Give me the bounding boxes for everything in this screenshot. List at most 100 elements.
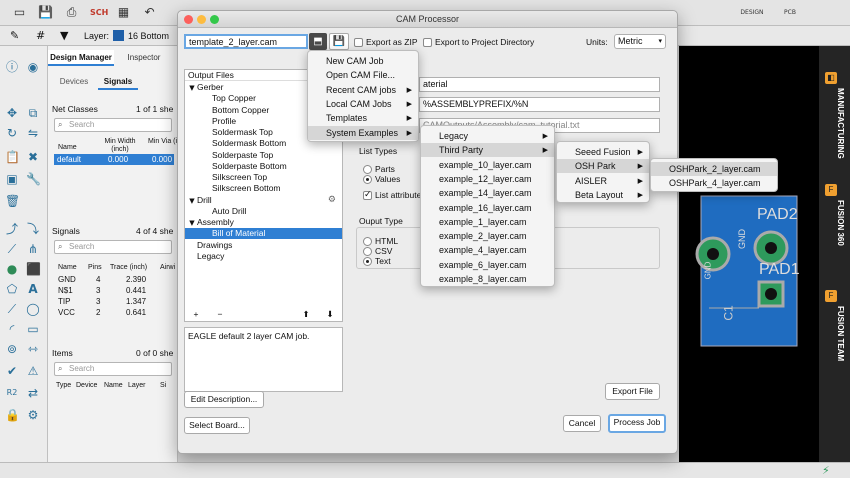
save-job-icon[interactable]: 💾 <box>329 33 349 50</box>
trace-icon[interactable]: ⟋ <box>5 242 19 256</box>
menu-item[interactable]: Local CAM Jobs ▶ <box>308 97 418 111</box>
menu-item[interactable]: example_4_layer.cam <box>421 243 554 257</box>
tab-manufacturing[interactable]: MANUFACTURING <box>825 88 845 159</box>
errors-icon[interactable]: ⚠ <box>26 364 40 378</box>
table-row[interactable]: VCC 2 0.641 <box>54 307 174 318</box>
tab-inspector[interactable]: Inspector <box>116 50 172 66</box>
tab-fusion-team[interactable]: FUSION TEAM <box>825 306 845 361</box>
pad-icon[interactable]: ⬛ <box>26 262 41 276</box>
tree-item[interactable]: Solderpaste Top <box>185 150 342 161</box>
lightning-icon[interactable]: ⚡ <box>822 464 830 477</box>
menu-item[interactable]: Open CAM File... <box>308 68 418 82</box>
group-icon[interactable]: ▣ <box>5 172 19 186</box>
folder-icon[interactable]: ▭ <box>12 5 27 20</box>
via-icon[interactable]: ● <box>5 262 19 276</box>
swap-icon[interactable]: ⇄ <box>26 386 40 400</box>
net-classes-search[interactable]: ⌕ Search <box>54 118 172 132</box>
split-icon[interactable]: ⋔ <box>26 242 40 256</box>
menu-item[interactable]: Third Party ▶ <box>421 143 554 158</box>
description-box[interactable]: EAGLE default 2 layer CAM job. <box>184 327 343 392</box>
menu-item[interactable]: example_14_layer.cam <box>421 186 554 200</box>
tree-item[interactable]: Drawings <box>185 240 342 251</box>
move-down-button[interactable]: ⬇ <box>320 307 340 324</box>
zoom-icon[interactable] <box>210 15 219 24</box>
tab-design-manager[interactable]: Design Manager <box>48 50 114 66</box>
close-icon[interactable] <box>184 15 193 24</box>
eye-icon[interactable]: ◉ <box>26 60 40 74</box>
menu-item[interactable]: AISLER ▶ <box>557 174 649 188</box>
ripup-icon[interactable]: R2 <box>5 386 19 400</box>
menu-item[interactable]: example_10_layer.cam <box>421 158 554 172</box>
print-icon[interactable]: ⎙ <box>64 5 79 20</box>
menu-item[interactable]: example_6_layer.cam <box>421 258 554 272</box>
tree-item[interactable]: ▼ Assembly <box>185 217 342 228</box>
undo-icon[interactable]: ↶ <box>142 5 157 20</box>
tree-item[interactable]: Legacy <box>185 251 342 262</box>
move-icon[interactable]: ✥ <box>5 106 19 120</box>
menu-item[interactable]: example_2_layer.cam <box>421 229 554 243</box>
tree-item[interactable]: ▼ Drill ⚙ <box>185 195 342 206</box>
circle-icon[interactable]: ◯ <box>26 302 40 316</box>
units-select[interactable]: Metric ▾ <box>614 34 666 49</box>
menu-item[interactable]: Templates ▶ <box>308 111 418 125</box>
parts-radio[interactable] <box>363 165 372 174</box>
filter-icon[interactable]: ▼ <box>60 29 68 42</box>
cancel-button[interactable]: Cancel <box>563 415 601 432</box>
move-up-button[interactable]: ⬆ <box>296 307 316 324</box>
autoroute-icon[interactable]: ⤵ <box>26 222 40 236</box>
tree-item[interactable]: Silkscreen Bottom <box>185 183 342 194</box>
open-menu-icon[interactable]: ⬒ <box>309 33 327 50</box>
values-radio[interactable] <box>363 175 372 184</box>
text-icon[interactable]: A <box>26 282 40 296</box>
subtab-signals[interactable]: Signals <box>98 74 138 90</box>
drc-icon[interactable]: ✔ <box>5 364 19 378</box>
menu-item[interactable]: OSHPark_4_layer.cam <box>651 176 777 190</box>
export-zip-checkbox[interactable] <box>354 38 363 47</box>
signals-search[interactable]: ⌕ Search <box>54 240 172 254</box>
tab-fusion-360[interactable]: FUSION 360 <box>825 200 845 246</box>
menu-item[interactable]: example_1_layer.cam <box>421 215 554 229</box>
table-row[interactable]: N$1 3 0.441 <box>54 285 174 296</box>
minimize-icon[interactable] <box>197 15 206 24</box>
job-name-input[interactable]: template_2_layer.cam <box>184 34 308 49</box>
menu-item[interactable]: OSHPark_2_layer.cam <box>651 162 777 176</box>
csv-radio[interactable] <box>363 247 372 256</box>
select-icon[interactable]: ✎ <box>10 29 19 42</box>
route-icon[interactable]: ⤴ <box>5 222 19 236</box>
html-radio[interactable] <box>363 237 372 246</box>
hole-icon[interactable]: ⊚ <box>5 342 19 356</box>
delete-icon[interactable]: ✖ <box>26 150 40 164</box>
subtab-devices[interactable]: Devices <box>54 74 94 90</box>
copy-icon[interactable]: ⧉ <box>26 106 40 120</box>
menu-item[interactable]: Beta Layout ▶ <box>557 188 649 202</box>
process-job-button[interactable]: Process Job <box>608 414 666 433</box>
edit-description-button[interactable]: Edit Description... <box>184 391 264 408</box>
pcb-label[interactable]: PCB <box>780 5 800 20</box>
table-row[interactable]: default 0.000 0.000 <box>54 154 174 165</box>
tree-item[interactable]: Solderpaste Bottom <box>185 161 342 172</box>
add-output-button[interactable]: + <box>186 307 206 324</box>
export-file-button[interactable]: Export File <box>605 383 660 400</box>
menu-item[interactable]: example_12_layer.cam <box>421 172 554 186</box>
attr-icon[interactable]: ⚙ <box>26 408 40 422</box>
layer-select[interactable]: 16 Bottom <box>128 31 169 41</box>
menu-item[interactable]: System Examples ▶ <box>308 125 418 140</box>
output-input[interactable]: %ASSEMBLYPREFIX/%N <box>419 97 660 112</box>
gear-icon[interactable]: ⚙ <box>328 195 336 206</box>
cam-icon[interactable]: ▦ <box>116 5 131 20</box>
grid-icon[interactable]: # <box>36 29 45 42</box>
menu-item[interactable]: Legacy ▶ <box>421 129 554 143</box>
tree-item[interactable]: Auto Drill <box>185 206 342 217</box>
name-input[interactable]: aterial <box>419 77 660 92</box>
text-radio[interactable] <box>363 257 372 266</box>
menu-item[interactable]: Recent CAM jobs ▶ <box>308 83 418 97</box>
sch-icon[interactable]: SCH <box>90 5 108 20</box>
paste-icon[interactable]: 📋 <box>5 150 20 164</box>
menu-item[interactable]: example_8_layer.cam <box>421 272 554 286</box>
export-project-checkbox[interactable] <box>423 38 432 47</box>
menu-item[interactable]: New CAM Job <box>308 54 418 68</box>
menu-item[interactable]: Seeed Fusion ▶ <box>557 145 649 159</box>
table-row[interactable]: GND 4 2.390 <box>54 274 174 285</box>
mirror-icon[interactable]: ⇋ <box>26 126 40 140</box>
lock-icon[interactable]: 🔒 <box>5 408 20 422</box>
